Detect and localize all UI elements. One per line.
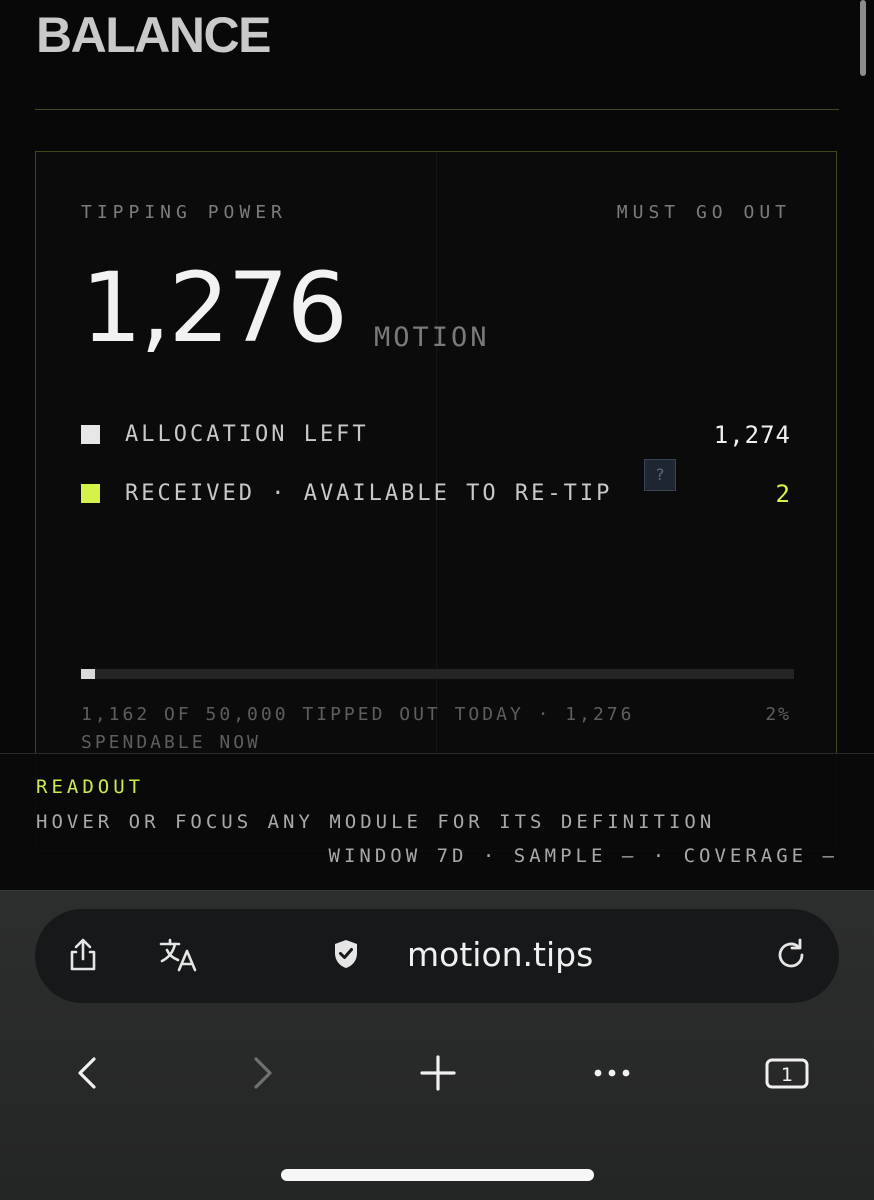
progress-percent: 2% bbox=[765, 704, 791, 725]
scrollbar[interactable] bbox=[860, 0, 866, 76]
tipping-power-label: TIPPING POWER bbox=[81, 202, 287, 223]
allocation-left-label: ALLOCATION LEFT bbox=[125, 422, 369, 447]
tipped-progress-fill bbox=[81, 669, 96, 679]
url-text[interactable]: motion.tips bbox=[407, 937, 593, 973]
allocation-left-value: 1,274 bbox=[713, 421, 791, 449]
help-icon[interactable]: ? bbox=[644, 459, 676, 491]
share-icon[interactable] bbox=[65, 937, 101, 973]
home-indicator[interactable] bbox=[281, 1169, 594, 1181]
readout-meta: WINDOW 7D · SAMPLE — · COVERAGE — bbox=[328, 845, 838, 867]
unit-label: MOTION bbox=[374, 322, 490, 353]
reload-icon[interactable] bbox=[773, 937, 809, 973]
readout-title: READOUT bbox=[36, 776, 145, 798]
received-label: RECEIVED · AVAILABLE TO RE-TIP bbox=[125, 481, 613, 506]
address-bar[interactable]: motion.tips bbox=[35, 909, 839, 1003]
more-icon[interactable] bbox=[590, 1051, 634, 1095]
allocation-left-row: ALLOCATION LEFT 1,274 bbox=[81, 420, 791, 450]
tipping-power-card[interactable]: TIPPING POWER MUST GO OUT 1,276 MOTION A… bbox=[35, 151, 837, 851]
forward-icon[interactable] bbox=[240, 1051, 284, 1095]
browser-chrome: motion.tips 1 bbox=[0, 890, 874, 1200]
received-swatch bbox=[81, 484, 100, 503]
tipped-progress-bar bbox=[81, 669, 794, 679]
received-row: RECEIVED · AVAILABLE TO RE-TIP 2 bbox=[81, 479, 791, 509]
plus-icon[interactable] bbox=[416, 1051, 460, 1095]
divider bbox=[35, 109, 839, 110]
tab-count: 1 bbox=[781, 1064, 793, 1086]
readout-panel: READOUT HOVER OR FOCUS ANY MODULE FOR IT… bbox=[0, 753, 874, 894]
tipping-power-total: 1,276 bbox=[81, 252, 348, 364]
page-title: BALANCE bbox=[36, 7, 271, 63]
tabs-icon[interactable]: 1 bbox=[764, 1051, 809, 1095]
shield-check-icon bbox=[332, 937, 360, 973]
progress-caption: 1,162 OF 50,000 TIPPED OUT TODAY · 1,276… bbox=[81, 704, 635, 753]
readout-description: HOVER OR FOCUS ANY MODULE FOR ITS DEFINI… bbox=[36, 811, 716, 833]
back-icon[interactable] bbox=[68, 1051, 112, 1095]
allocation-swatch bbox=[81, 425, 100, 444]
must-go-out-label: MUST GO OUT bbox=[616, 202, 791, 223]
received-value: 2 bbox=[775, 480, 791, 508]
translate-icon[interactable] bbox=[159, 937, 199, 973]
